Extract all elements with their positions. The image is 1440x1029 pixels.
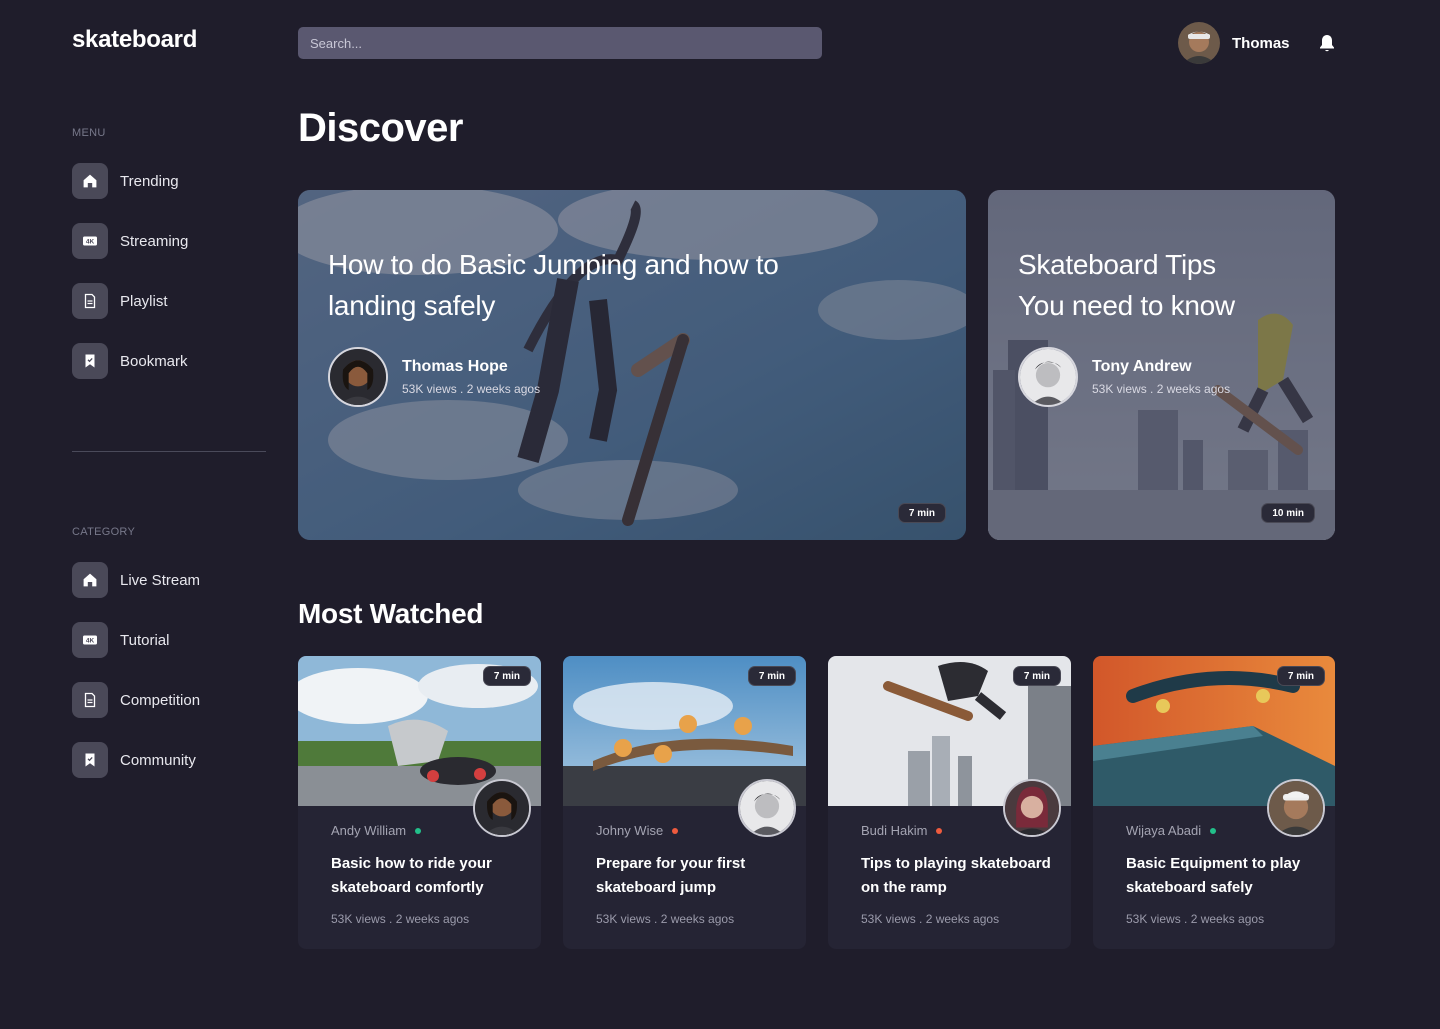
featured-author: Tony Andrew 53K views . 2 weeks agos — [1018, 347, 1230, 407]
page-title: Discover — [298, 106, 463, 150]
menu-section-label: MENU — [72, 127, 106, 139]
card-author-name: Budi Hakim — [861, 823, 928, 838]
featured-meta: 53K views . 2 weeks agos — [1092, 382, 1231, 396]
card-author-name: Andy William — [331, 823, 407, 838]
card-author[interactable]: Budi Hakim — [861, 823, 943, 838]
avatar — [1178, 22, 1220, 64]
card-author[interactable]: Johny Wise — [596, 823, 679, 838]
card-title: Tips to playing skateboard on the ramp — [861, 855, 1051, 896]
sidebar-divider — [72, 451, 266, 452]
card-meta: 53K views . 2 weeks agos — [1126, 912, 1265, 926]
sidebar-item-label: Tutorial — [120, 631, 170, 649]
user-name: Thomas — [1232, 34, 1290, 52]
featured-title: How to do Basic Jumping and how to landi… — [328, 249, 779, 321]
app-root: skateboard MENU Trending 4K Streaming Pl… — [0, 0, 1440, 1029]
card-author[interactable]: Andy William — [331, 823, 422, 838]
4k-icon: 4K — [72, 223, 108, 259]
featured-card-skateboard-tips[interactable]: Skateboard Tips You need to know Tony An… — [988, 190, 1335, 540]
video-card[interactable]: 7 min Wijaya Abadi Basic Equipment to pl… — [1093, 656, 1335, 949]
avatar — [1018, 347, 1078, 407]
card-author[interactable]: Wijaya Abadi — [1126, 823, 1217, 838]
sidebar-item-tutorial[interactable]: 4K Tutorial — [72, 622, 272, 658]
sidebar-item-label: Live Stream — [120, 571, 201, 589]
featured-author: Thomas Hope 53K views . 2 weeks agos — [328, 347, 540, 407]
card-title: Basic Equipment to play skateboard safel… — [1126, 855, 1301, 896]
svg-text:4K: 4K — [86, 239, 95, 246]
bell-icon[interactable] — [1318, 33, 1336, 53]
bookmark-icon — [72, 742, 108, 778]
featured-meta: 53K views . 2 weeks agos — [402, 382, 541, 396]
video-card[interactable]: 7 min Budi Hakim Tips to playing skatebo… — [828, 656, 1071, 949]
bookmark-icon — [72, 343, 108, 379]
duration-badge: 7 min — [1276, 666, 1325, 686]
card-title: Prepare for your first skateboard jump — [596, 855, 746, 896]
sidebar-item-playlist[interactable]: Playlist — [72, 283, 272, 319]
avatar — [473, 779, 531, 837]
featured-author-name[interactable]: Thomas Hope — [402, 358, 540, 376]
card-author-name: Wijaya Abadi — [1126, 823, 1202, 838]
document-icon — [72, 283, 108, 319]
sidebar-item-label: Bookmark — [120, 352, 188, 370]
sidebar-item-competition[interactable]: Competition — [72, 682, 272, 718]
status-dot — [415, 827, 422, 834]
avatar — [1267, 779, 1325, 837]
menu-nav: Trending 4K Streaming Playlist Bookmark — [72, 163, 272, 403]
app-logo[interactable]: skateboard — [72, 26, 197, 54]
avatar — [1003, 779, 1061, 837]
sidebar-item-label: Streaming — [120, 232, 189, 250]
sidebar-item-streaming[interactable]: 4K Streaming — [72, 223, 272, 259]
search-input[interactable] — [298, 27, 822, 59]
sidebar-item-label: Community — [120, 751, 196, 769]
category-nav: Live Stream 4K Tutorial Competition Comm… — [72, 562, 272, 802]
document-icon — [72, 682, 108, 718]
category-section-label: CATEGORY — [72, 526, 136, 538]
video-card[interactable]: 7 min Johny Wise Prepare for your first … — [563, 656, 806, 949]
card-meta: 53K views . 2 weeks agos — [596, 912, 735, 926]
featured-card-basic-jumping[interactable]: How to do Basic Jumping and how to landi… — [298, 190, 966, 540]
video-card[interactable]: 7 min Andy William Basic how to ride you… — [298, 656, 541, 949]
duration-badge: 7 min — [1012, 666, 1061, 686]
featured-title: Skateboard Tips You need to know — [1018, 249, 1235, 321]
avatar — [328, 347, 388, 407]
status-dot — [1210, 827, 1217, 834]
duration-badge: 10 min — [1261, 503, 1315, 523]
card-meta: 53K views . 2 weeks agos — [331, 912, 470, 926]
user-profile[interactable]: Thomas — [1178, 22, 1290, 64]
featured-author-name[interactable]: Tony Andrew — [1092, 358, 1230, 376]
sidebar-item-trending[interactable]: Trending — [72, 163, 272, 199]
duration-badge: 7 min — [482, 666, 531, 686]
sidebar-item-label: Trending — [120, 172, 179, 190]
svg-text:4K: 4K — [86, 638, 95, 645]
card-author-name: Johny Wise — [596, 823, 664, 838]
sidebar-item-live-stream[interactable]: Live Stream — [72, 562, 272, 598]
status-dot — [936, 827, 943, 834]
card-meta: 53K views . 2 weeks agos — [861, 912, 1000, 926]
card-title: Basic how to ride your skateboard comfor… — [331, 855, 492, 896]
sidebar-item-label: Competition — [120, 691, 201, 709]
sidebar-item-community[interactable]: Community — [72, 742, 272, 778]
avatar — [738, 779, 796, 837]
home-icon — [72, 562, 108, 598]
4k-icon: 4K — [72, 622, 108, 658]
status-dot — [672, 827, 679, 834]
duration-badge: 7 min — [747, 666, 796, 686]
most-watched-title: Most Watched — [298, 598, 484, 629]
home-icon — [72, 163, 108, 199]
sidebar-item-bookmark[interactable]: Bookmark — [72, 343, 272, 379]
duration-badge: 7 min — [897, 503, 946, 523]
sidebar-item-label: Playlist — [120, 292, 168, 310]
